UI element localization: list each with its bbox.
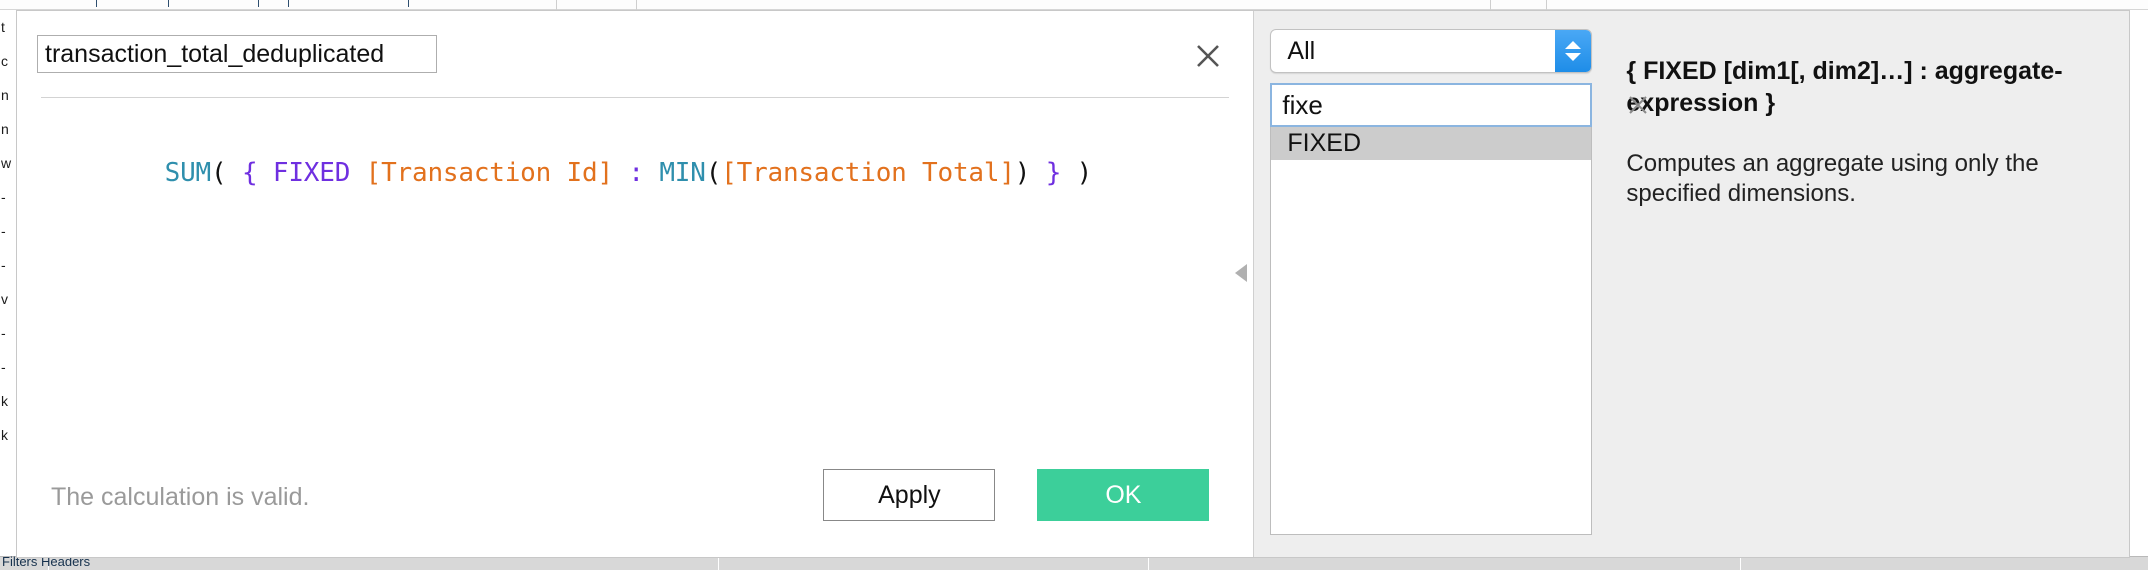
formula-token: ( [211, 158, 226, 188]
formula-token: FIXED [273, 158, 350, 188]
background-fragment: - [0, 214, 16, 248]
dialog-footer: The calculation is valid. Apply OK [17, 447, 1253, 557]
background-fragment: w [0, 146, 16, 180]
formula-input-area[interactable]: SUM( { FIXED [Transaction Id] : MIN([Tra… [17, 98, 1253, 447]
background-bottom-bar: Filters Headers [0, 556, 2148, 570]
formula-token [226, 158, 241, 188]
formula-token: [Transaction Total] [721, 158, 1015, 188]
formula-token [257, 158, 272, 188]
calculated-field-dialog: SUM( { FIXED [Transaction Id] : MIN([Tra… [16, 10, 2130, 558]
background-fragment: n [0, 112, 16, 146]
search-input[interactable] [1272, 85, 1627, 125]
background-fragment: - [0, 350, 16, 384]
apply-button[interactable]: Apply [823, 469, 995, 521]
background-fragment: n [0, 78, 16, 112]
formula-editor-pane: SUM( { FIXED [Transaction Id] : MIN([Tra… [17, 11, 1253, 557]
formula-token: MIN [659, 158, 705, 188]
collapse-left-arrow-icon[interactable] [1229, 261, 1253, 285]
formula-token: { [242, 158, 257, 188]
background-fragment: - [0, 316, 16, 350]
function-list[interactable]: FIXED [1270, 127, 1592, 535]
clear-icon[interactable] [1627, 85, 1649, 125]
function-signature: { FIXED [dim1[, dim2]…] : aggregate-expr… [1626, 55, 2093, 119]
formula-token [1030, 158, 1045, 188]
background-fragment: k [0, 418, 16, 452]
function-category-select[interactable]: All [1270, 29, 1592, 73]
background-fragment: c [0, 44, 16, 78]
function-help-panel: { FIXED [dim1[, dim2]…] : aggregate-expr… [1592, 29, 2113, 535]
validation-status-text: The calculation is valid. [51, 483, 309, 512]
function-category-value: All [1271, 37, 1315, 66]
stepper-updown-icon[interactable] [1555, 30, 1591, 72]
function-reference-pane: All FIXED { FIXED [dim1 [1253, 11, 2129, 557]
formula-token: : [628, 158, 643, 188]
dialog-title-row [17, 11, 1253, 83]
background-left-column: t c n n w - - - v - - k k [0, 10, 16, 558]
ok-button[interactable]: OK [1037, 469, 1209, 521]
formula-token: SUM [165, 158, 211, 188]
formula-token: ) [1015, 158, 1030, 188]
background-fragment: - [0, 248, 16, 282]
formula-token [1061, 158, 1076, 188]
function-list-item-fixed[interactable]: FIXED [1271, 127, 1591, 160]
formula-token: ( [706, 158, 721, 188]
calculation-name-input[interactable] [37, 35, 437, 73]
function-search-field[interactable] [1270, 83, 1592, 127]
function-browser: All FIXED [1270, 29, 1592, 535]
formula-token [350, 158, 365, 188]
background-top-toolbar [0, 0, 2148, 10]
close-icon[interactable] [1191, 39, 1225, 73]
background-fragment: - [0, 180, 16, 214]
background-fragment: t [0, 10, 16, 44]
background-fragment: v [0, 282, 16, 316]
background-fragment: k [0, 384, 16, 418]
formula-token [613, 158, 628, 188]
formula-token [644, 158, 659, 188]
function-description: Computes an aggregate using only the spe… [1626, 149, 2093, 209]
formula-token: } [1046, 158, 1061, 188]
formula-token: ) [1077, 158, 1092, 188]
formula-token: [Transaction Id] [366, 158, 613, 188]
formula-text[interactable]: SUM( { FIXED [Transaction Id] : MIN([Tra… [41, 122, 1229, 224]
